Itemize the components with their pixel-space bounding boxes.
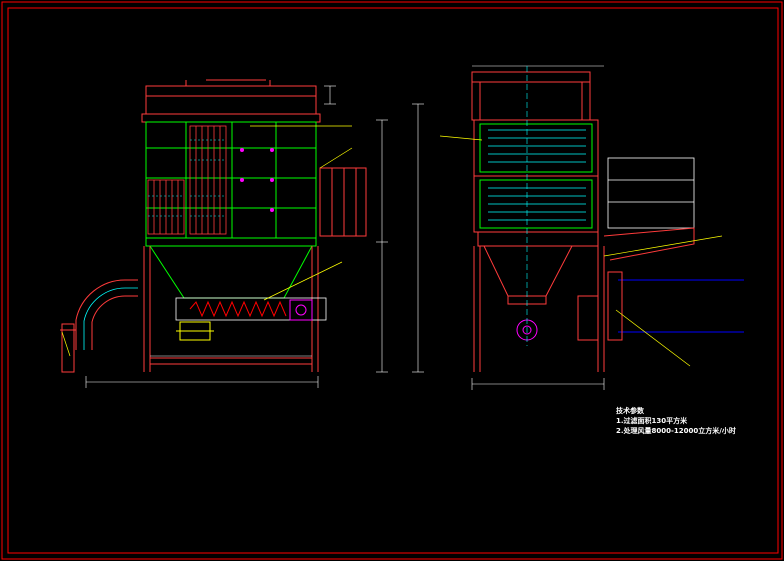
notes-line-2: 2.处理风量8000-12000立方米/小时	[616, 427, 736, 435]
side-view	[412, 65, 744, 390]
notes-line-1: 1.过滤面积130平方米	[616, 417, 688, 425]
screw-auger	[189, 300, 287, 318]
front-view	[60, 79, 388, 388]
cad-drawing	[1, 1, 783, 560]
notes-title: 技术参数	[616, 407, 644, 415]
technical-notes: 技术参数 1.过滤面积130平方米 2.处理风量8000-12000立方米/小时	[616, 406, 736, 436]
